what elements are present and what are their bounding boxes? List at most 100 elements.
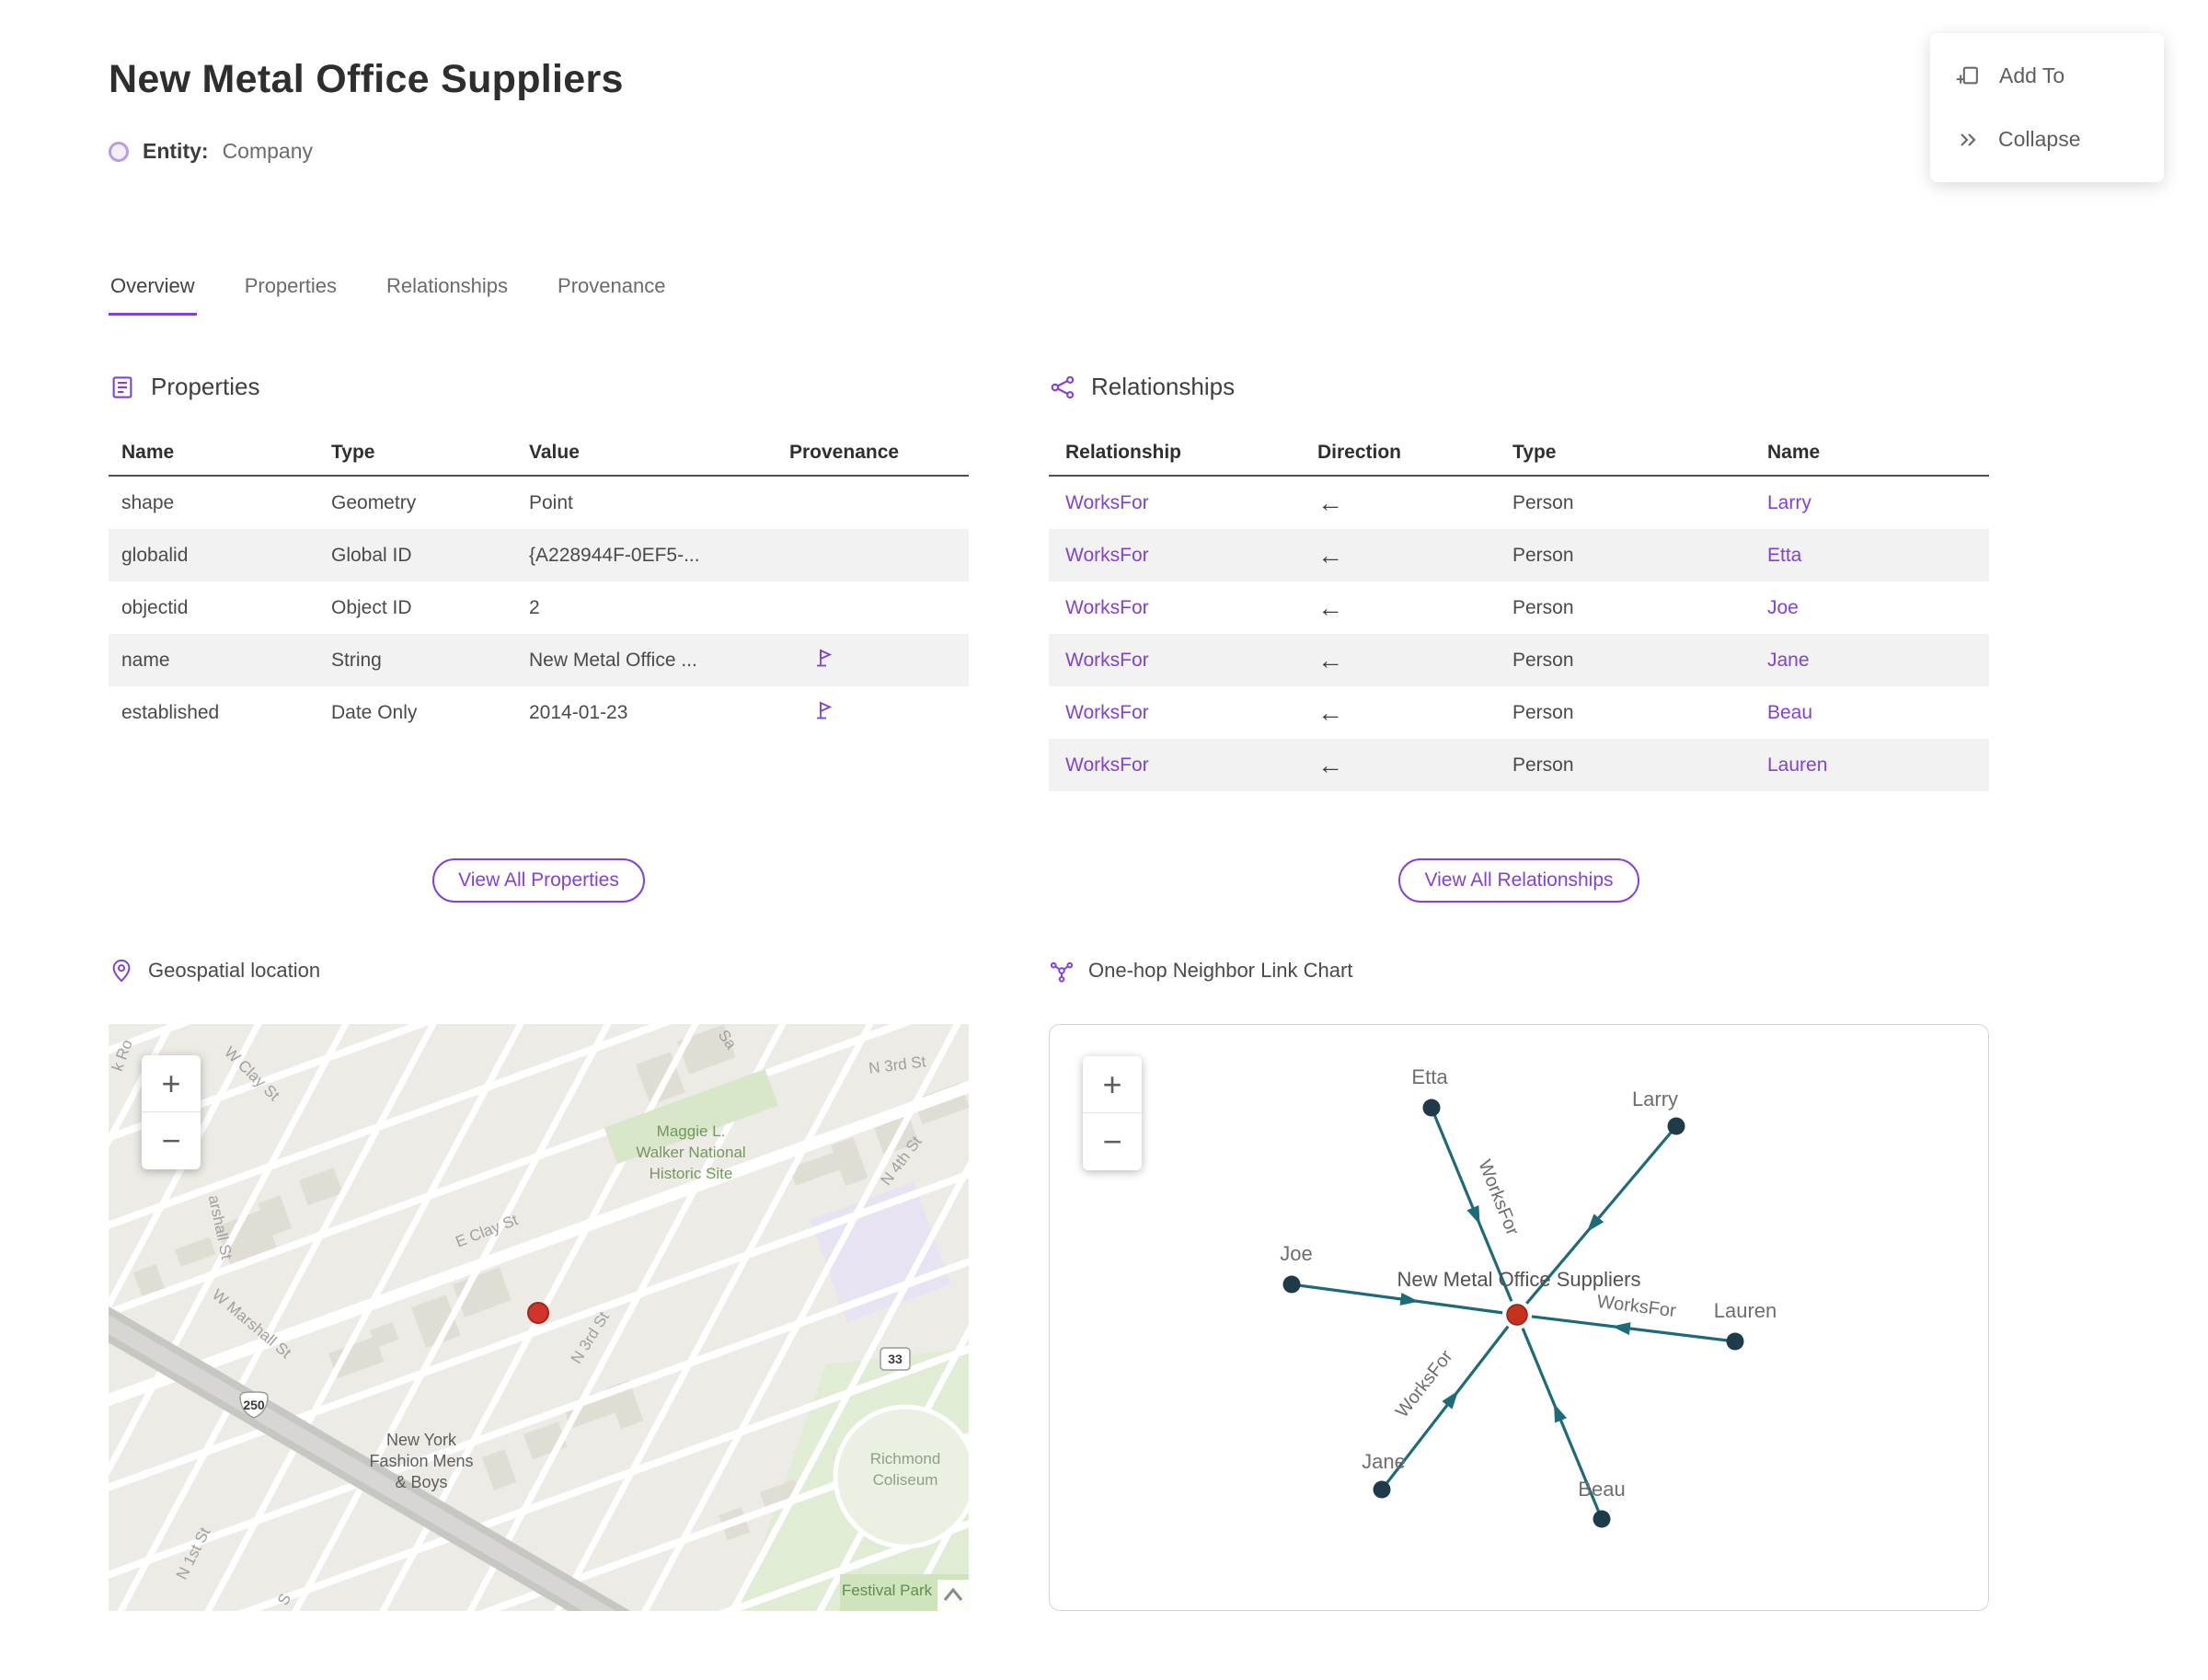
map-panel[interactable]: k Ro W Clay St Sa N 3rd St N 4th St Maggie L.…: [109, 1024, 969, 1611]
main-grid: Properties Name Type Value Provenance shape…: [109, 373, 2208, 1611]
direction-arrow: ←: [1317, 593, 1343, 622]
related-entity-link[interactable]: Beau: [1767, 702, 1989, 724]
add-to-button[interactable]: Add To: [1930, 44, 2164, 108]
graph-node-etta[interactable]: [1422, 1099, 1441, 1117]
relationship-type-link[interactable]: WorksFor: [1065, 702, 1317, 724]
graph-center-label: New Metal Office Suppliers: [1397, 1268, 1641, 1291]
relationship-row: WorksFor ← Person Etta: [1049, 529, 1989, 581]
related-entity-link[interactable]: Joe: [1767, 597, 1989, 619]
related-entity-link[interactable]: Etta: [1767, 545, 1989, 567]
graph-node-beau[interactable]: [1593, 1510, 1611, 1528]
provenance-flag-icon: [817, 701, 833, 719]
property-provenance[interactable]: [789, 699, 969, 727]
entity-type-value: Company: [222, 139, 313, 163]
property-provenance[interactable]: [789, 647, 969, 674]
page-title: New Metal Office Suppliers: [109, 57, 624, 101]
graph-node-jane[interactable]: [1373, 1480, 1391, 1499]
link-chart-section: One-hop Neighbor Link Chart Etta Larry Joe…: [1049, 958, 1989, 1611]
link-chart-svg[interactable]: Etta Larry Joe Lauren Jane Beau New Metal Offi…: [1050, 1025, 1988, 1610]
map-zoom-out-button[interactable]: −: [142, 1112, 201, 1169]
collapse-button[interactable]: Collapse: [1930, 108, 2164, 171]
tabs: Overview Properties Relationships Provenanc…: [109, 274, 2208, 316]
edge-arrowhead: [1399, 1293, 1420, 1306]
map-title: Geospatial location: [148, 959, 321, 982]
graph-node-joe[interactable]: [1282, 1275, 1301, 1294]
graph-node-label: Beau: [1578, 1478, 1625, 1501]
relationship-row: WorksFor ← Person Lauren: [1049, 739, 1989, 791]
svg-text:33: 33: [888, 1352, 903, 1366]
link-chart-title: One-hop Neighbor Link Chart: [1088, 959, 1353, 982]
related-entity-link[interactable]: Jane: [1767, 650, 1989, 672]
chart-zoom-control: + −: [1083, 1056, 1142, 1170]
related-entity-link[interactable]: Larry: [1767, 492, 1989, 514]
related-entity-type: Person: [1512, 544, 1574, 566]
graph-center-node[interactable]: [1506, 1304, 1528, 1326]
property-value: New Metal Office ...: [529, 649, 697, 671]
column-header-type: Type: [331, 442, 375, 463]
tab-provenance[interactable]: Provenance: [556, 274, 667, 316]
map-label: Festival Park: [842, 1582, 933, 1599]
tab-properties[interactable]: Properties: [243, 274, 339, 316]
properties-row: globalid Global ID {A228944F-0EF5-...: [109, 529, 969, 581]
related-entity-type: Person: [1512, 701, 1574, 723]
related-entity-link[interactable]: Lauren: [1767, 754, 1989, 777]
link-chart-panel[interactable]: Etta Larry Joe Lauren Jane Beau New Metal Offi…: [1049, 1024, 1989, 1611]
graph-edge-label: WorksFor: [1392, 1346, 1457, 1421]
relationships-section: Relationships Relationship Direction Type N…: [1049, 373, 1989, 903]
relationship-type-link[interactable]: WorksFor: [1065, 545, 1317, 567]
entity-label: Entity:: [143, 139, 209, 163]
properties-row: shape Geometry Point: [109, 477, 969, 529]
graph-edge: [1531, 1315, 1736, 1343]
relationship-row: WorksFor ← Person Joe: [1049, 581, 1989, 634]
relationships-header: Relationship Direction Type Name: [1049, 431, 1989, 477]
entity-type-row: Entity: Company: [109, 139, 2208, 164]
add-to-label: Add To: [1999, 63, 2065, 87]
relationship-type-link[interactable]: WorksFor: [1065, 492, 1317, 514]
relationship-type-link[interactable]: WorksFor: [1065, 754, 1317, 777]
graph-node-label: Larry: [1632, 1087, 1678, 1110]
tab-relationships[interactable]: Relationships: [385, 274, 510, 316]
column-header-provenance: Provenance: [789, 442, 900, 463]
tab-overview[interactable]: Overview: [109, 274, 197, 316]
chart-zoom-in-button[interactable]: +: [1083, 1056, 1142, 1113]
relationship-type-link[interactable]: WorksFor: [1065, 650, 1317, 672]
related-entity-type: Person: [1512, 754, 1574, 776]
collapse-chevrons-icon: [1956, 128, 1980, 152]
direction-arrow: ←: [1317, 488, 1343, 517]
related-entity-type: Person: [1512, 649, 1574, 671]
graph-edge-label: WorksFor: [1596, 1292, 1678, 1321]
map-zoom-in-button[interactable]: +: [142, 1055, 201, 1112]
property-name: name: [121, 649, 170, 671]
actions-panel: Add To Collapse: [1930, 33, 2164, 182]
relationship-row: WorksFor ← Person Beau: [1049, 686, 1989, 739]
view-all-properties-button[interactable]: View All Properties: [432, 858, 645, 903]
map-marker[interactable]: [527, 1302, 549, 1324]
relationship-type-link[interactable]: WorksFor: [1065, 597, 1317, 619]
property-type: Geometry: [331, 491, 417, 513]
direction-arrow: ←: [1317, 697, 1343, 727]
graph-node-label: Etta: [1411, 1065, 1448, 1088]
property-type: String: [331, 649, 382, 671]
column-header-type: Type: [1512, 442, 1557, 463]
property-name: established: [121, 701, 220, 723]
column-header-direction: Direction: [1317, 442, 1402, 463]
graph-node-larry[interactable]: [1667, 1117, 1685, 1135]
map-attribution-toggle[interactable]: [937, 1580, 969, 1611]
properties-icon: [109, 374, 136, 401]
property-value: Point: [529, 491, 573, 513]
svg-text:250: 250: [243, 1398, 265, 1412]
property-name: globalid: [121, 544, 189, 566]
direction-arrow: ←: [1317, 750, 1343, 779]
view-all-relationships-button[interactable]: View All Relationships: [1398, 858, 1639, 903]
entity-icon: [109, 141, 129, 162]
map-canvas[interactable]: k Ro W Clay StSaN 3rd StN 4th StMaggie L.…: [109, 1024, 969, 1611]
relationships-rows: WorksFor ← Person Larry WorksFor ← Person Etta W…: [1049, 477, 1989, 791]
direction-arrow: ←: [1317, 540, 1343, 570]
provenance-flag-icon: [817, 649, 833, 666]
chart-zoom-out-button[interactable]: −: [1083, 1113, 1142, 1170]
column-header-value: Value: [529, 442, 580, 463]
graph-node-lauren[interactable]: [1726, 1332, 1744, 1351]
entity-details-page: Add To Collapse New Metal Office Supplie…: [0, 0, 2208, 1680]
graph-node-label: Jane: [1362, 1450, 1406, 1473]
link-chart-icon: [1049, 958, 1075, 984]
